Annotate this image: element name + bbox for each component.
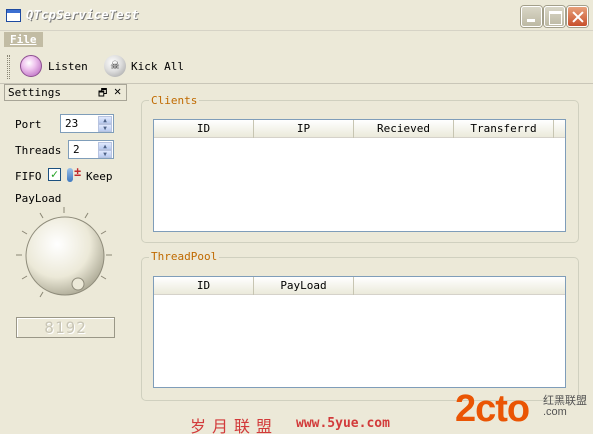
payload-lcd-display: 8192 [16,317,115,338]
port-value[interactable]: 23 [65,117,78,130]
fifo-checkbox[interactable]: ✓ [48,168,61,181]
column-header-transferred[interactable]: Transferrd [454,120,554,138]
threadpool-table[interactable]: ID PayLoad [153,276,566,388]
column-header-received[interactable]: Recieved [354,120,454,138]
watermark-url: www.5yue.com [296,416,390,431]
menu-file[interactable]: File [4,32,43,47]
threads-spinbox[interactable]: 2 ▲ ▼ [68,140,114,159]
keep-label[interactable]: Keep [86,170,113,183]
watermark-brand-url: .com [543,406,567,418]
fifo-label: FIFO [15,170,42,183]
column-header-ip[interactable]: IP [254,120,354,138]
port-spinbox[interactable]: 23 ▲ ▼ [60,114,114,133]
threadpool-legend: ThreadPool [149,250,220,263]
kick-all-button[interactable]: Kick All [131,60,184,73]
app-window-icon [6,9,21,22]
dial-knob-indicator [71,277,85,291]
port-label: Port [15,118,42,131]
skull-icon[interactable]: ☠ [104,55,126,77]
clients-legend: Clients [149,94,200,107]
maximize-button[interactable] [544,6,565,27]
clients-table-header: ID IP Recieved Transferrd [154,120,565,138]
toolbar [0,49,593,84]
threadpool-table-header: ID PayLoad [154,277,565,295]
title-bar[interactable]: QTcpServiceTest [0,0,593,31]
float-dock-icon[interactable]: 🗗 [98,86,107,103]
spin-up-icon[interactable]: ▲ [98,116,112,124]
toolbar-handle[interactable] [7,55,10,79]
spin-up-icon[interactable]: ▲ [98,142,112,150]
menu-bar: File [0,31,593,48]
threads-value[interactable]: 2 [73,143,80,156]
column-header-id[interactable]: ID [154,120,254,138]
column-header-payload[interactable]: PayLoad [254,277,354,295]
settings-dock-header[interactable]: Settings 🗗 ✕ [4,84,127,101]
dock-close-icon[interactable]: ✕ [114,84,121,98]
close-button[interactable] [567,6,588,27]
minimize-button[interactable] [521,6,542,27]
payload-dial[interactable] [14,205,114,305]
dock-title: Settings [8,86,61,99]
column-header-id[interactable]: ID [154,277,254,295]
payload-label: PayLoad [15,192,62,205]
clients-table[interactable]: ID IP Recieved Transferrd [153,119,566,232]
watermark-cn: 岁月联盟 [190,417,279,434]
spin-down-icon[interactable]: ▼ [98,124,112,132]
watermark-logo: 2cto [455,388,530,430]
spin-down-icon[interactable]: ▼ [98,150,112,158]
keep-icon[interactable] [66,165,82,183]
listen-button[interactable]: Listen [48,60,88,73]
listen-icon[interactable] [20,55,42,77]
threads-label: Threads [15,144,62,157]
window-title: QTcpServiceTest [26,8,139,22]
